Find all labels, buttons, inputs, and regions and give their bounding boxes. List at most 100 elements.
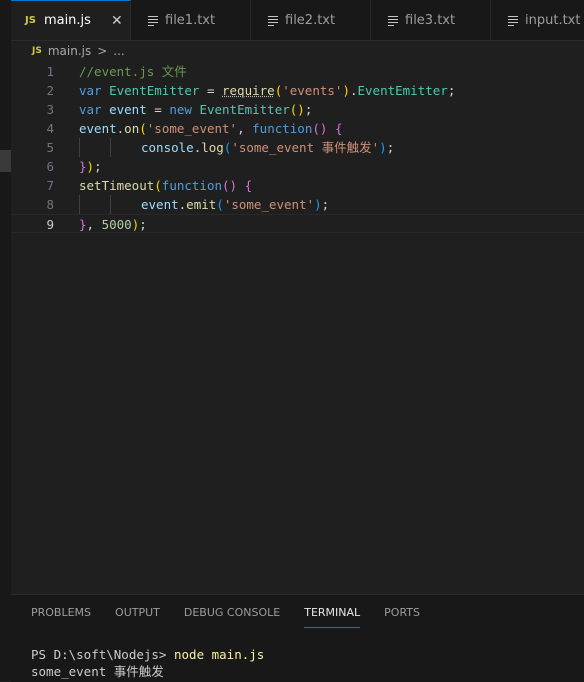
code-token: require	[222, 83, 275, 98]
code-text: var event = new EventEmitter();	[79, 100, 312, 119]
code-token: new	[169, 102, 200, 117]
code-token: event	[109, 102, 147, 117]
code-token: function	[252, 121, 313, 136]
code-line[interactable]: 9 }, 5000);	[11, 214, 584, 233]
panel-tab-debug-console[interactable]: DEBUG CONSOLE	[184, 600, 280, 625]
code-token: event	[141, 197, 179, 212]
code-token: on	[124, 121, 140, 136]
code-token: 'some_event'	[223, 197, 315, 212]
tab-file1-txt[interactable]: file1.txt	[131, 0, 251, 40]
chevron-right-icon: >	[97, 44, 108, 58]
code-text: console.log('some_event 事件触发');	[79, 138, 394, 157]
code-line[interactable]: 2 var EventEmitter = require('events').Ev…	[11, 81, 584, 100]
code-token: (	[216, 197, 224, 212]
text-file-icon	[388, 15, 398, 26]
code-token: )	[314, 197, 322, 212]
activity-strip	[0, 0, 11, 681]
code-token: )	[379, 140, 387, 155]
code-token: //event.js 文件	[79, 64, 187, 79]
breadcrumb-file[interactable]: main.js	[48, 44, 91, 58]
code-token: ;	[386, 140, 395, 155]
breadcrumb-more[interactable]: ...	[113, 44, 124, 58]
code-line[interactable]: 4 event.on('some_event', function() {	[11, 119, 584, 138]
code-token: ;	[94, 159, 102, 174]
code-token: {	[334, 121, 343, 136]
code-token: }	[79, 159, 87, 174]
line-number: 7	[46, 178, 54, 193]
panel-tab-bar: PROBLEMS OUTPUT DEBUG CONSOLE TERMINAL PORTS	[11, 595, 584, 629]
code-text: event.emit('some_event');	[79, 195, 329, 214]
code-token: ()	[312, 121, 328, 136]
code-token: ;	[304, 102, 313, 117]
javascript-file-icon: JS	[25, 15, 36, 26]
line-number: 1	[46, 64, 54, 79]
code-text: }, 5000);	[79, 215, 147, 234]
close-icon[interactable]: ✕	[111, 13, 123, 29]
code-token: function	[161, 178, 223, 193]
editor-area: JS main.js ✕ file1.txt file2.txt file3.t…	[11, 0, 584, 682]
code-token: ;	[139, 217, 147, 232]
line-number: 9	[46, 217, 54, 232]
code-text: setTimeout(function() {	[79, 176, 252, 195]
tab-label: file2.txt	[285, 12, 336, 28]
indent-guide	[110, 138, 141, 157]
code-line[interactable]: 8 event.emit('some_event');	[11, 195, 584, 214]
javascript-file-icon: JS	[32, 46, 42, 56]
code-token: ,	[86, 217, 102, 232]
code-token: 'events'	[282, 83, 343, 98]
indent-guide	[79, 138, 110, 157]
code-token: EventEmitter	[199, 102, 290, 117]
line-number: 2	[46, 83, 54, 98]
code-line[interactable]: 7 setTimeout(function() {	[11, 176, 584, 195]
code-token: )	[342, 83, 350, 98]
breadcrumb: JS main.js > ...	[11, 40, 584, 62]
code-token: console	[141, 140, 194, 155]
code-token: ;	[447, 83, 456, 98]
tab-input-txt[interactable]: input.txt	[491, 0, 584, 40]
code-token: 5000	[101, 217, 132, 232]
tab-label: input.txt	[525, 12, 581, 28]
indent-guide	[110, 195, 141, 214]
terminal[interactable]: PS D:\soft\Nodejs> node main.js some_eve…	[31, 646, 264, 680]
code-text: event.on('some_event', function() {	[79, 119, 342, 138]
activity-strip-marker	[0, 150, 11, 172]
panel-tab-terminal[interactable]: TERMINAL	[304, 600, 360, 628]
line-number: 5	[46, 140, 54, 155]
code-token: var	[79, 83, 110, 98]
code-editor[interactable]: 1 //event.js 文件 2 var EventEmitter = requir…	[11, 62, 584, 233]
tab-main-js[interactable]: JS main.js ✕	[11, 0, 131, 40]
code-line[interactable]: 3 var event = new EventEmitter();	[11, 100, 584, 119]
code-token: )	[86, 159, 95, 174]
code-token: EventEmitter	[109, 83, 200, 98]
code-text: var EventEmitter = require('events').Eve…	[79, 81, 455, 100]
code-token: event	[79, 121, 117, 136]
code-token: ,	[237, 121, 253, 136]
terminal-command: node main.js	[174, 647, 265, 662]
code-token: {	[244, 178, 253, 193]
bottom-panel: PROBLEMS OUTPUT DEBUG CONSOLE TERMINAL PORTS…	[11, 594, 584, 682]
terminal-prompt: PS D:\soft\Nodejs>	[31, 647, 174, 662]
code-line[interactable]: 5 console.log('some_event 事件触发');	[11, 138, 584, 157]
tab-label: file3.txt	[405, 12, 456, 28]
line-number: 3	[46, 102, 54, 117]
tab-file3-txt[interactable]: file3.txt	[371, 0, 491, 40]
text-file-icon	[508, 15, 518, 26]
tab-label: main.js	[43, 13, 91, 28]
panel-tab-problems[interactable]: PROBLEMS	[31, 600, 91, 625]
tab-file2-txt[interactable]: file2.txt	[251, 0, 371, 40]
editor-tab-bar: JS main.js ✕ file1.txt file2.txt file3.t…	[11, 0, 584, 41]
code-token: 'some_event'	[146, 121, 238, 136]
text-file-icon	[268, 15, 278, 26]
code-token: log	[201, 140, 224, 155]
code-token: =	[199, 83, 222, 98]
panel-tab-ports[interactable]: PORTS	[384, 600, 420, 625]
line-number: 4	[46, 121, 54, 136]
code-token: .	[349, 83, 358, 98]
terminal-command-line: PS D:\soft\Nodejs> node main.js	[31, 646, 264, 663]
line-number: 8	[46, 197, 54, 212]
code-line[interactable]: 1 //event.js 文件	[11, 62, 584, 81]
panel-tab-output[interactable]: OUTPUT	[115, 600, 160, 625]
code-token: (	[139, 121, 147, 136]
code-line[interactable]: 6});	[11, 157, 584, 176]
